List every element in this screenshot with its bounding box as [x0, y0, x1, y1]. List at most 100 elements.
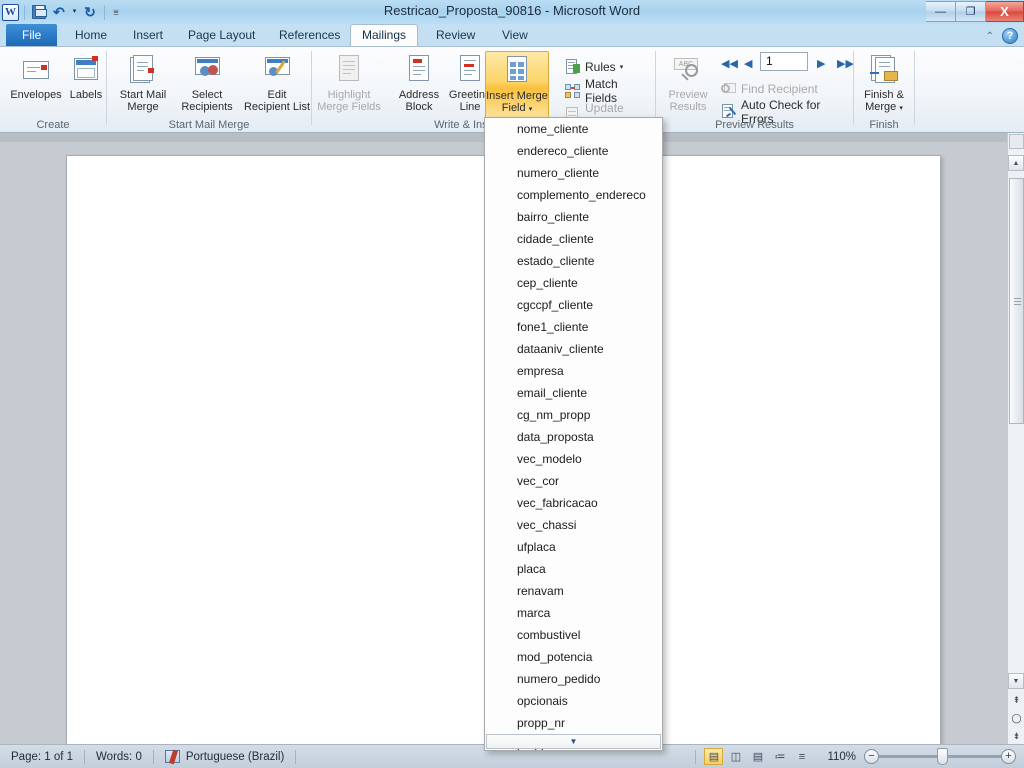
scrollbar-thumb[interactable] [1009, 178, 1024, 424]
menu-item-cg_nm_propp[interactable]: cg_nm_propp [485, 404, 662, 426]
zoom-out-button[interactable]: − [864, 749, 879, 764]
rules-button[interactable]: Rules ▾ [562, 56, 626, 77]
outline-view-button[interactable]: ≔ [770, 748, 789, 765]
language-status[interactable]: Portuguese (Brazil) [154, 748, 295, 766]
menu-item-nome_cliente[interactable]: nome_cliente [485, 118, 662, 140]
menu-item-ufplaca[interactable]: ufplaca [485, 536, 662, 558]
web-layout-view-button[interactable]: ▤ [748, 748, 767, 765]
next-record-button[interactable]: ▶ [814, 53, 828, 74]
menu-item-fone1_cliente[interactable]: fone1_cliente [485, 316, 662, 338]
menu-item-endereco_cliente[interactable]: endereco_cliente [485, 140, 662, 162]
zoom-level-label[interactable]: 110% [819, 751, 864, 763]
menu-item-dataaniv_cliente[interactable]: dataaniv_cliente [485, 338, 662, 360]
menu-item-vec_fabricacao[interactable]: vec_fabricacao [485, 492, 662, 514]
scroll-up-button[interactable]: ▲ [1008, 155, 1024, 171]
menu-item-estado_cliente[interactable]: estado_cliente [485, 250, 662, 272]
menu-item-complemento_endereco[interactable]: complemento_endereco [485, 184, 662, 206]
menu-item-data_proposta[interactable]: data_proposta [485, 426, 662, 448]
tab-references[interactable]: References [268, 24, 351, 46]
first-record-button[interactable]: ◀◀ [718, 53, 741, 74]
highlight-merge-fields-icon [333, 54, 365, 86]
menu-item-empresa[interactable]: empresa [485, 360, 662, 382]
word-count-status[interactable]: Words: 0 [85, 748, 153, 766]
rules-caret-icon: ▾ [619, 63, 624, 71]
finish-and-merge-button[interactable]: Finish & Merge ▾ [852, 51, 916, 119]
match-fields-icon [565, 83, 581, 99]
view-mode-buttons: ▤ ◫ ▤ ≔ ≡ [696, 748, 819, 765]
menu-item-cgccpf_cliente[interactable]: cgccpf_cliente [485, 294, 662, 316]
insert-merge-field-button[interactable]: Insert Merge Field ▾ [485, 51, 549, 119]
status-divider-3 [295, 749, 297, 764]
full-screen-reading-view-button[interactable]: ◫ [726, 748, 745, 765]
tab-review[interactable]: Review [425, 24, 486, 46]
page-status[interactable]: Page: 1 of 1 [0, 748, 84, 766]
view-ruler-icon[interactable] [1009, 134, 1024, 149]
menu-item-marca[interactable]: marca [485, 602, 662, 624]
zoom-slider[interactable]: − + [864, 748, 1016, 765]
menu-item-vec_modelo[interactable]: vec_modelo [485, 448, 662, 470]
window-controls: — ❐ X [926, 0, 1024, 22]
record-number-input[interactable]: 1 [760, 52, 808, 71]
ribbon-group-finish-label: Finish [869, 119, 899, 131]
preview-results-button[interactable]: ABC Preview Results [660, 51, 716, 119]
rules-label: Rules [585, 59, 616, 74]
menu-item-numero_cliente[interactable]: numero_cliente [485, 162, 662, 184]
start-mail-merge-button[interactable]: Start Mail Merge [109, 51, 177, 119]
ribbon-group-create: Envelopes Labels Create [0, 47, 106, 133]
restore-button[interactable]: ❐ [956, 1, 986, 22]
minimize-button[interactable]: — [926, 1, 956, 22]
tab-page-layout[interactable]: Page Layout [177, 24, 266, 46]
menu-item-combustivel[interactable]: combustivel [485, 624, 662, 646]
select-recipients-label-1: Select [191, 89, 223, 101]
tab-insert[interactable]: Insert [122, 24, 174, 46]
zoom-slider-track[interactable] [879, 748, 1001, 765]
tab-mailings[interactable]: Mailings [350, 24, 419, 46]
tab-file[interactable]: File [6, 24, 58, 46]
menu-item-bairro_cliente[interactable]: bairro_cliente [485, 206, 662, 228]
select-browse-object-button[interactable]: ◯ [1010, 713, 1023, 726]
menu-scroll-down-button[interactable]: ▼ [486, 734, 661, 749]
match-fields-button[interactable]: Match Fields [562, 77, 655, 105]
menu-item-email_cliente[interactable]: email_cliente [485, 382, 662, 404]
greeting-line-label-2: Line [459, 101, 481, 113]
menu-item-vec_cor[interactable]: vec_cor [485, 470, 662, 492]
menu-item-vec_chassi[interactable]: vec_chassi [485, 514, 662, 536]
ribbon-group-finish: Finish & Merge ▾ Finish [854, 47, 914, 133]
menu-item-cidade_cliente[interactable]: cidade_cliente [485, 228, 662, 250]
draft-view-button[interactable]: ≡ [792, 748, 811, 765]
menu-item-mod_potencia[interactable]: mod_potencia [485, 646, 662, 668]
menu-item-cep_cliente[interactable]: cep_cliente [485, 272, 662, 294]
address-block-label-2: Block [405, 101, 433, 113]
print-layout-view-button[interactable]: ▤ [704, 748, 724, 765]
preview-results-label-2: Results [669, 101, 707, 113]
scroll-down-button[interactable]: ▼ [1008, 673, 1024, 689]
menu-item-propp_nr[interactable]: propp_nr [485, 712, 662, 734]
tab-view[interactable]: View [491, 24, 539, 46]
close-button[interactable]: X [986, 1, 1024, 22]
zoom-slider-thumb[interactable] [937, 748, 948, 765]
tab-home[interactable]: Home [64, 24, 118, 46]
window-title: Restricao_Proposta_90816 - Microsoft Wor… [383, 3, 641, 18]
menu-item-placa[interactable]: placa [485, 558, 662, 580]
menu-item-numero_pedido[interactable]: numero_pedido [485, 668, 662, 690]
edit-recipient-list-button[interactable]: Edit Recipient List [241, 51, 313, 119]
preview-results-label-1: Preview [668, 89, 708, 101]
find-recipient-icon [721, 81, 737, 97]
zoom-in-button[interactable]: + [1001, 749, 1016, 764]
menu-item-opcionais[interactable]: opcionais [485, 690, 662, 712]
select-recipients-button[interactable]: Select Recipients [173, 51, 241, 119]
next-page-button[interactable]: ⇟ [1010, 731, 1023, 744]
group-divider-5 [914, 51, 915, 125]
ribbon-group-start-mail-merge-label: Start Mail Merge [168, 119, 250, 131]
insert-merge-field-dropdown[interactable]: nome_cliente endereco_cliente numero_clien… [484, 117, 663, 751]
edit-recipient-list-label-2: Recipient List [243, 101, 311, 113]
finish-and-merge-label-1: Finish & [864, 89, 904, 101]
menu-item-renavam[interactable]: renavam [485, 580, 662, 602]
ribbon-group-start-mail-merge: Start Mail Merge Select Recipients Edit … [107, 47, 311, 133]
envelope-icon [20, 54, 52, 86]
vertical-scrollbar[interactable]: ▲ ▼ ⇞ ◯ ⇟ [1007, 133, 1024, 744]
previous-page-button[interactable]: ⇞ [1010, 695, 1023, 708]
select-recipients-icon [191, 54, 223, 86]
highlight-merge-fields-button[interactable]: Highlight Merge Fields [315, 51, 383, 119]
previous-record-button[interactable]: ◀ [741, 53, 755, 74]
